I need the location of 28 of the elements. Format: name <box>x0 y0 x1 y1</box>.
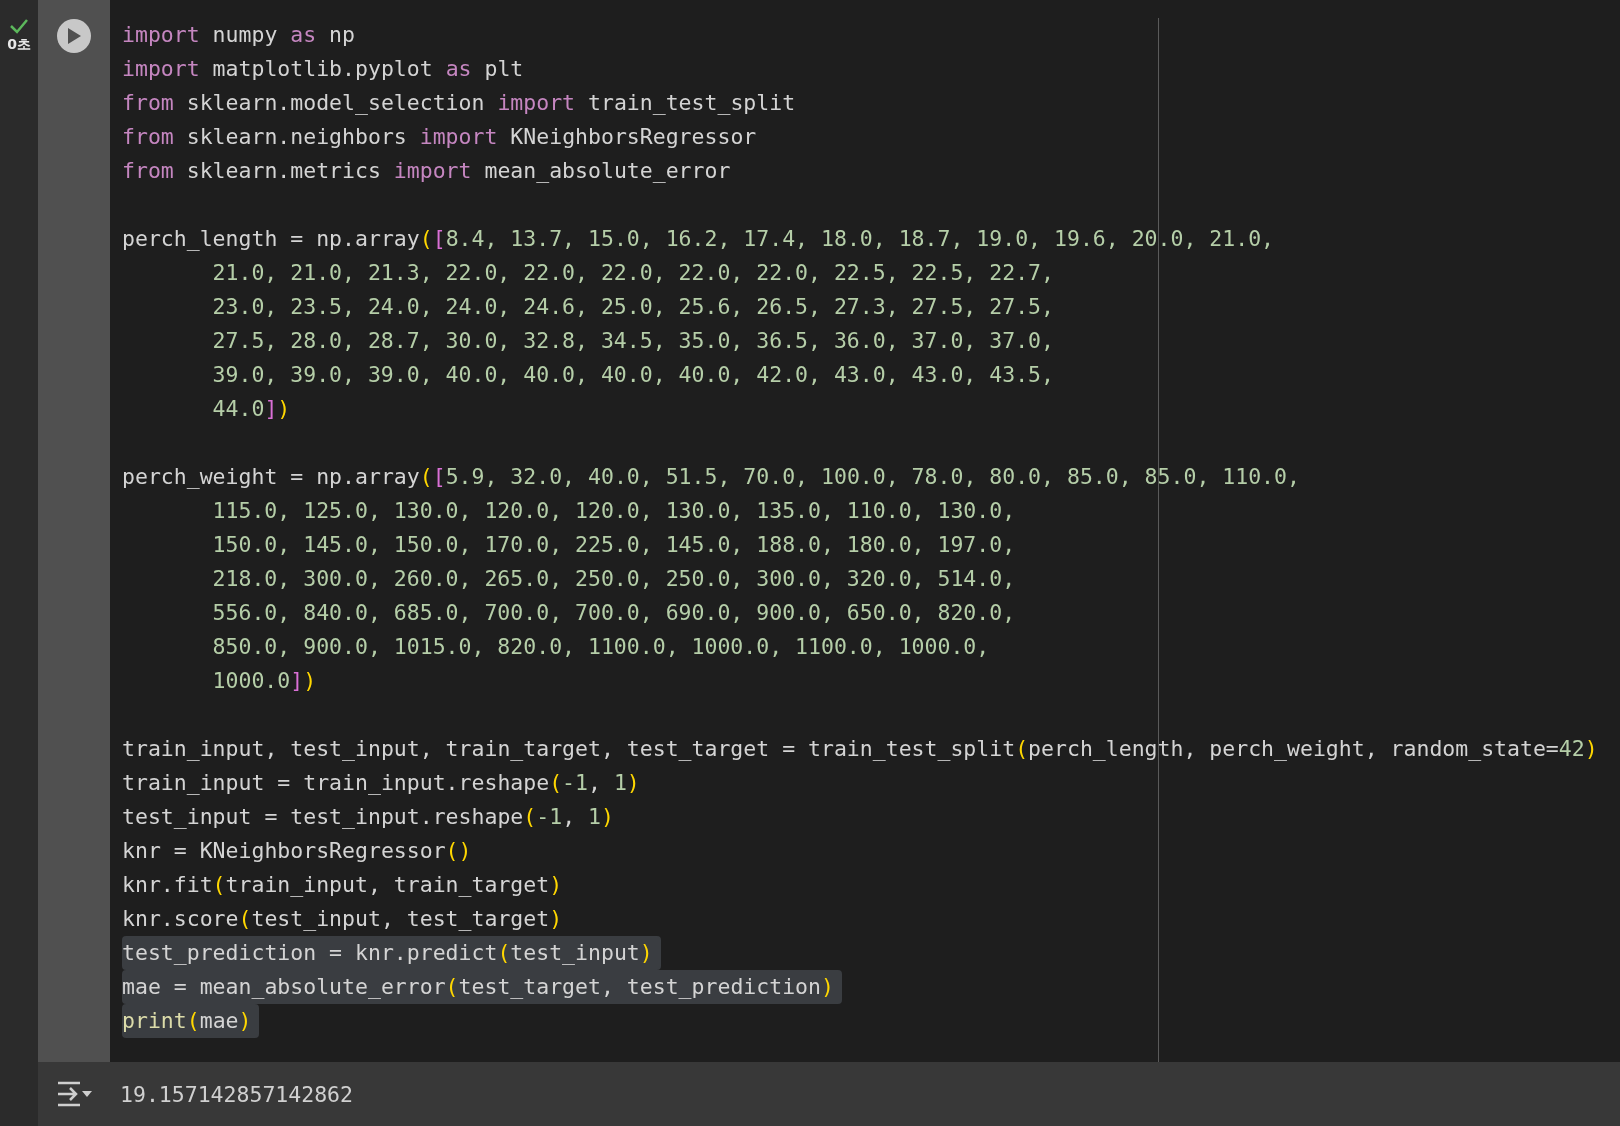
code-line: 1000.0]) <box>212 667 318 695</box>
run-button[interactable] <box>57 19 91 53</box>
code-line: 21.0, 21.0, 21.3, 22.0, 22.0, 22.0, 22.0, 22.0, 22.5, 22.5, 22.7, <box>212 259 1055 287</box>
code-line: 850.0, 900.0, 1015.0, 820.0, 1100.0, 1000.0, 1100.0, 1000.0, <box>212 633 991 661</box>
code-line: perch_length = np.array([8.4, 13.7, 15.0, 16.2, 17.4, 18.0, 18.7, 19.0, 19.6, 20.0, 21.0, <box>122 225 1276 253</box>
code-line: 115.0, 125.0, 130.0, 120.0, 120.0, 130.0, 135.0, 110.0, 130.0, <box>212 497 1017 525</box>
code-line: train_input = train_input.reshape(-1, 1) <box>122 769 641 797</box>
play-icon <box>65 26 83 46</box>
code-line: import numpy as np <box>122 21 356 49</box>
code-line: test_input = test_input.reshape(-1, 1) <box>122 803 615 831</box>
code-line: perch_weight = np.array([5.9, 32.0, 40.0, 51.5, 70.0, 100.0, 78.0, 80.0, 85.0, 85.0, 110.0, <box>122 463 1301 491</box>
code-line: 27.5, 28.0, 28.7, 30.0, 32.8, 34.5, 35.0, 36.5, 36.0, 37.0, 37.0, <box>212 327 1055 355</box>
code-line: 218.0, 300.0, 260.0, 265.0, 250.0, 250.0, 300.0, 320.0, 514.0, <box>212 565 1017 593</box>
code-line: 39.0, 39.0, 39.0, 40.0, 40.0, 40.0, 40.0, 42.0, 43.0, 43.0, 43.5, <box>212 361 1055 389</box>
code-line: knr = KNeighborsRegressor() <box>122 837 473 865</box>
code-line: 556.0, 840.0, 685.0, 700.0, 700.0, 690.0, 900.0, 650.0, 820.0, <box>212 599 1017 627</box>
code-line: from sklearn.metrics import mean_absolute_error <box>122 157 732 185</box>
output-text: 19.157142857142862 <box>120 1081 353 1107</box>
code-line: 23.0, 23.5, 24.0, 24.0, 24.6, 25.0, 25.6, 26.5, 27.3, 27.5, 27.5, <box>212 293 1055 321</box>
code-line: train_input, test_input, train_target, test_target = train_test_split(perch_length, perch_weight, random_state=42) <box>122 735 1599 763</box>
code-line: 44.0]) <box>212 395 292 423</box>
execution-time: 0초 <box>7 36 31 54</box>
code-line: knr.fit(train_input, train_target) <box>122 871 564 899</box>
code-line: from sklearn.neighbors import KNeighborsRegressor <box>122 123 758 151</box>
code-line: 150.0, 145.0, 150.0, 170.0, 225.0, 145.0, 188.0, 180.0, 197.0, <box>212 531 1017 559</box>
code-line: import matplotlib.pyplot as plt <box>122 55 525 83</box>
code-line: from sklearn.model_selection import train_test_split <box>122 89 797 117</box>
code-line: knr.score(test_input, test_target) <box>122 905 564 933</box>
